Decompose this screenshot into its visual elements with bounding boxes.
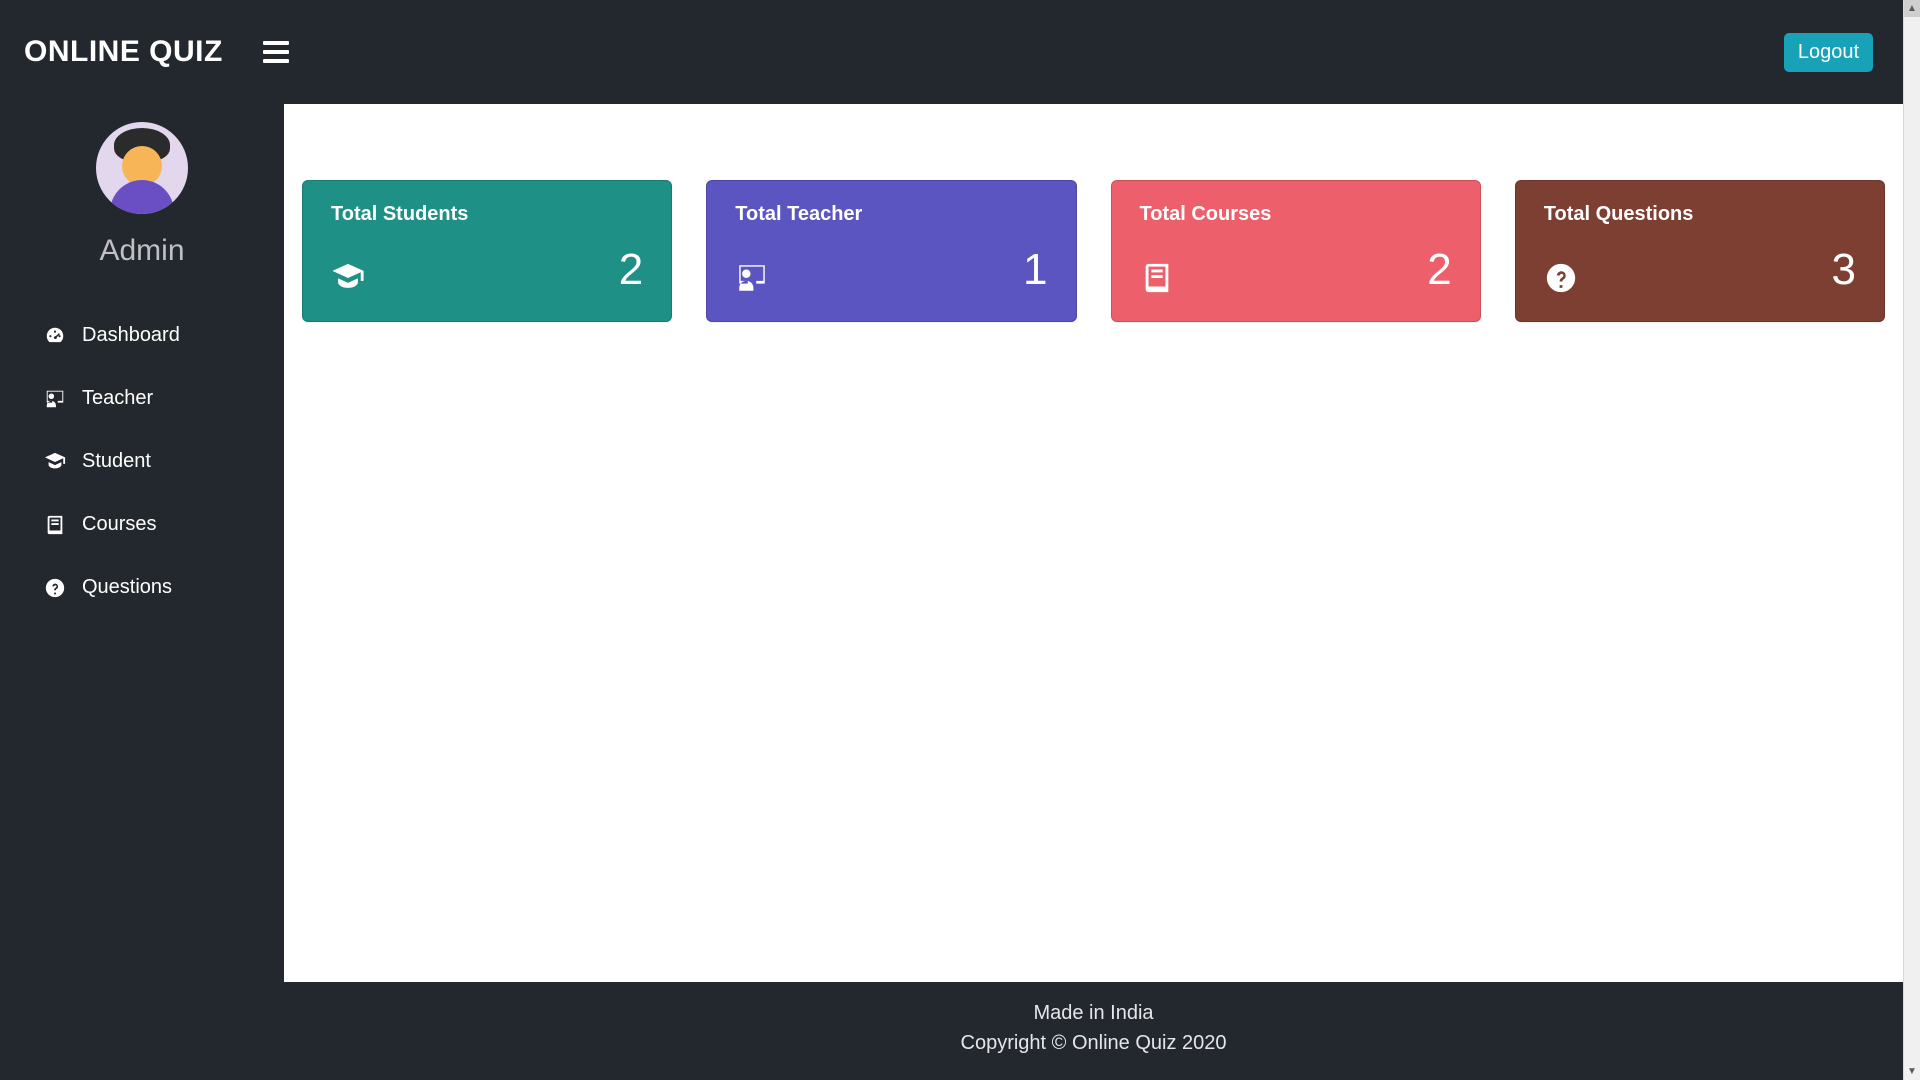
sidebar-item-label: Student: [82, 450, 151, 473]
question-circle-icon: [1544, 261, 1578, 295]
sidebar-item-dashboard[interactable]: Dashboard: [0, 304, 284, 367]
app-header: ONLINE QUIZ Logout: [0, 0, 1903, 104]
vertical-scrollbar[interactable]: ▲ ▼: [1903, 0, 1920, 1080]
sidebar-item-student[interactable]: Student: [0, 430, 284, 493]
question-circle-icon: [44, 577, 66, 599]
card-total-questions[interactable]: Total Questions 3: [1515, 180, 1885, 322]
book-icon: [1140, 261, 1174, 295]
scroll-down-arrow-icon[interactable]: ▼: [1904, 1063, 1920, 1080]
card-title: Total Courses: [1140, 203, 1452, 226]
scroll-up-arrow-icon[interactable]: ▲: [1904, 0, 1920, 17]
card-title: Total Students: [331, 203, 643, 226]
sidebar-item-label: Teacher: [82, 387, 153, 410]
footer-line-1: Made in India: [284, 998, 1903, 1028]
graduate-icon: [44, 451, 66, 473]
footer-line-2: Copyright © Online Quiz 2020: [284, 1028, 1903, 1058]
sidebar-user-name: Admin: [99, 234, 184, 268]
sidebar-item-teacher[interactable]: Teacher: [0, 367, 284, 430]
stat-cards: Total Students 2 Total Teacher: [302, 180, 1885, 322]
brand-title: ONLINE QUIZ: [24, 35, 223, 69]
graduate-icon: [331, 261, 365, 295]
chalkboard-teacher-icon: [735, 261, 769, 295]
sidebar: Admin Dashboard Teacher: [0, 104, 284, 1080]
main-content: Total Students 2 Total Teacher: [284, 104, 1903, 1080]
footer: Made in India Copyright © Online Quiz 20…: [284, 982, 1903, 1080]
card-value: 1: [1023, 245, 1047, 295]
card-total-teacher[interactable]: Total Teacher 1: [706, 180, 1076, 322]
sidebar-item-questions[interactable]: Questions: [0, 556, 284, 619]
chalkboard-teacher-icon: [44, 388, 66, 410]
avatar: [96, 122, 188, 214]
scroll-track[interactable]: [1904, 17, 1920, 1063]
card-total-students[interactable]: Total Students 2: [302, 180, 672, 322]
card-value: 2: [619, 245, 643, 295]
book-icon: [44, 514, 66, 536]
card-title: Total Questions: [1544, 203, 1856, 226]
card-value: 2: [1427, 245, 1451, 295]
sidebar-item-label: Courses: [82, 513, 156, 536]
card-value: 3: [1832, 245, 1856, 295]
logout-button[interactable]: Logout: [1784, 33, 1873, 72]
sidebar-item-label: Questions: [82, 576, 172, 599]
sidebar-item-label: Dashboard: [82, 324, 180, 347]
sidebar-nav: Dashboard Teacher Student: [0, 304, 284, 619]
menu-toggle-icon[interactable]: [263, 41, 289, 63]
sidebar-item-courses[interactable]: Courses: [0, 493, 284, 556]
card-total-courses[interactable]: Total Courses 2: [1111, 180, 1481, 322]
gauge-icon: [44, 325, 66, 347]
card-title: Total Teacher: [735, 203, 1047, 226]
